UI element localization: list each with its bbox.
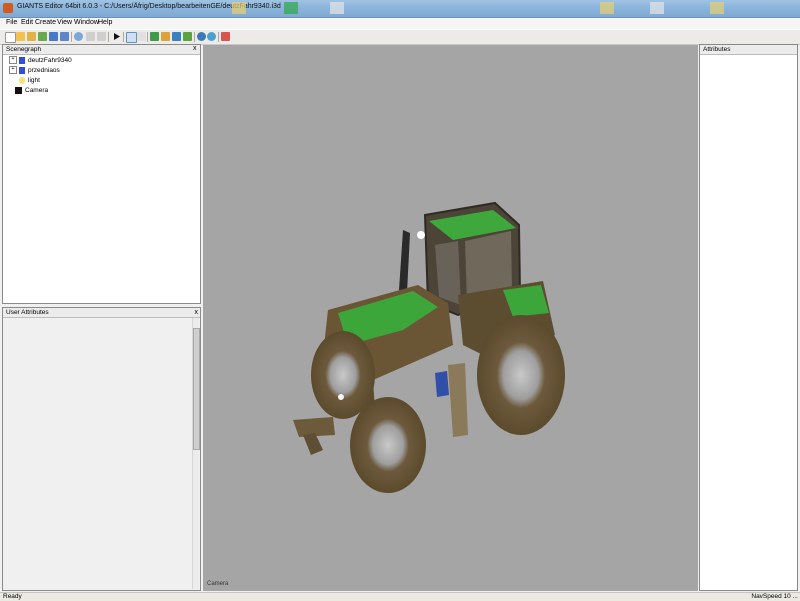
toolbar-separator [71, 32, 72, 42]
expand-icon[interactable]: + [9, 66, 17, 75]
open-folder-icon[interactable] [16, 32, 25, 41]
refresh-icon[interactable] [38, 32, 47, 41]
settings-icon[interactable] [207, 32, 216, 41]
document-icon [330, 2, 344, 14]
menu-edit[interactable]: Edit [21, 19, 33, 26]
toolbar-separator [194, 32, 195, 42]
status-text: Ready [3, 593, 22, 600]
toolbar-separator [218, 32, 219, 42]
globe-icon[interactable] [197, 32, 206, 41]
transform-cube-icon [19, 56, 25, 64]
folder-icon [600, 2, 614, 14]
camera-icon [15, 86, 22, 94]
scenegraph-panel: Scenegraph + deutzFahr9340 + przedniaos li… [2, 44, 201, 304]
light-bulb-icon [19, 76, 25, 84]
toolbar-separator [123, 32, 124, 42]
tree-item-light[interactable]: light [19, 76, 40, 86]
camera-label: Camera [207, 581, 229, 587]
folder-icon [710, 2, 724, 14]
tree-item-label: light [28, 77, 40, 84]
play-icon[interactable] [112, 32, 121, 41]
attributes-header: Attributes [700, 45, 797, 55]
user-attributes-panel: User Attributes x [2, 307, 201, 591]
texture-icon[interactable] [172, 32, 181, 41]
toolbar-separator [108, 32, 109, 42]
tree-item-label: przedniaos [28, 67, 60, 74]
title-bar: GIANTS Editor 64bit 6.0.3 - C:/Users/Äfr… [0, 0, 800, 18]
import-icon[interactable] [27, 32, 36, 41]
tree-item-label: Camera [25, 87, 49, 94]
save-as-icon[interactable] [60, 32, 69, 41]
select-tool-icon[interactable] [126, 32, 137, 43]
document-icon [650, 2, 664, 14]
undo-icon[interactable] [86, 32, 95, 41]
nav-speed-status: NavSpeed 10 ... [751, 593, 798, 600]
user-attributes-scrollbar[interactable] [192, 318, 200, 589]
menu-window[interactable]: Window [74, 19, 99, 26]
menu-bar: File Edit Create View Window Help [0, 18, 800, 29]
scrollbar-thumb[interactable] [193, 328, 200, 450]
toolbar-separator [147, 32, 148, 42]
menu-help[interactable]: Help [98, 19, 112, 26]
paint-icon[interactable] [161, 32, 170, 41]
scenegraph-title: Scenegraph [6, 46, 42, 53]
help-icon[interactable] [74, 32, 83, 41]
menu-create[interactable]: Create [35, 19, 56, 26]
expand-icon[interactable]: + [9, 56, 17, 65]
menu-file[interactable]: File [6, 19, 17, 26]
user-attributes-header: User Attributes x [3, 308, 200, 318]
3d-viewport[interactable]: Camera [203, 45, 698, 591]
redo-icon[interactable] [97, 32, 106, 41]
tractor-model-render [293, 201, 565, 493]
transform-cube-icon [19, 66, 25, 74]
folder-icon [232, 2, 246, 14]
attributes-panel: Attributes [699, 44, 798, 591]
script-icon[interactable] [221, 32, 230, 41]
terrain-icon[interactable] [150, 32, 159, 41]
scenegraph-header: Scenegraph [3, 45, 200, 55]
tree-item-przedniaos[interactable]: + przedniaos [9, 66, 60, 76]
app-icon [284, 2, 298, 14]
close-icon[interactable]: x [193, 44, 197, 53]
tree-item-label: deutzFahr9340 [28, 57, 72, 64]
new-file-icon[interactable] [5, 32, 16, 43]
foliage-icon[interactable] [183, 32, 192, 41]
menu-view[interactable]: View [57, 19, 72, 26]
save-icon[interactable] [49, 32, 58, 41]
tree-item-camera[interactable]: Camera [15, 86, 48, 96]
attributes-title: Attributes [703, 46, 731, 53]
giants-app-icon [3, 3, 13, 13]
tree-item-deutzfahr9340[interactable]: + deutzFahr9340 [9, 56, 72, 66]
move-tool-icon[interactable] [137, 32, 146, 41]
toolbar [0, 29, 800, 45]
close-icon[interactable]: x [195, 308, 199, 317]
user-attributes-title: User Attributes [6, 309, 49, 316]
